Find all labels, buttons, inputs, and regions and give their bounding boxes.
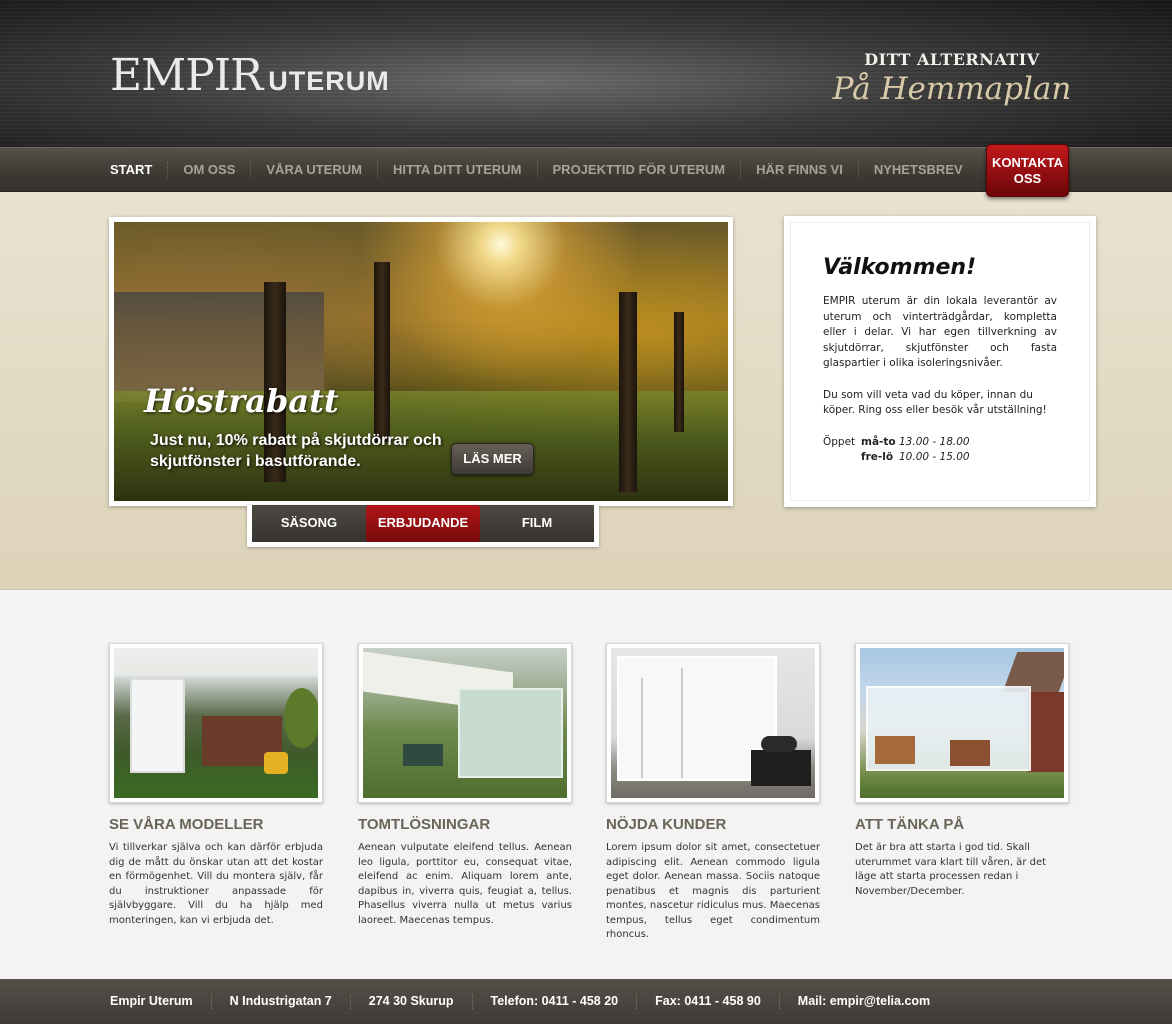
slider-headline: Höstrabatt bbox=[144, 382, 339, 420]
welcome-paragraph: EMPIR uterum är din lokala leverantör av… bbox=[823, 295, 1057, 369]
site-header: EMPIR UTERUM DITT ALTERNATIV På Hemmaplan bbox=[0, 0, 1172, 147]
feature-card: TOMTLÖSNINGAR Aenean vulputate eleifend … bbox=[358, 643, 572, 928]
slider-tabs: SÄSONG ERBJUDANDE FILM bbox=[247, 505, 599, 547]
tree-trunk bbox=[674, 312, 684, 432]
nav-item-hitta-ditt-uterum[interactable]: HITTA DITT UTERUM bbox=[376, 162, 537, 178]
feature-card: SE VÅRA MODELLER Vi tillverkar själva oc… bbox=[109, 643, 323, 928]
feature-card: NÖJDA KUNDER Lorem ipsum dolor sit amet,… bbox=[606, 643, 820, 943]
tree-trunk bbox=[619, 292, 637, 492]
hours-label: Öppet bbox=[823, 435, 856, 448]
tab-sasong[interactable]: SÄSONG bbox=[252, 505, 366, 542]
feature-title[interactable]: SE VÅRA MODELLER bbox=[109, 816, 323, 833]
hours-time: 13.00 - 18.00 bbox=[899, 435, 970, 448]
feature-image[interactable] bbox=[606, 643, 820, 803]
feature-text: Lorem ipsum dolor sit amet, consectetuer… bbox=[606, 842, 820, 940]
feature-title[interactable]: NÖJDA KUNDER bbox=[606, 816, 820, 833]
footer-mail[interactable]: Mail: empir@telia.com bbox=[778, 994, 948, 1009]
hours-day: fre-lö bbox=[861, 451, 894, 463]
logo[interactable]: EMPIR UTERUM bbox=[110, 50, 390, 101]
feature-text: Det är bra att starta i god tid. Skall u… bbox=[855, 842, 1047, 897]
feature-title[interactable]: ATT TÄNKA PÅ bbox=[855, 816, 1069, 833]
feature-text: Aenean vulputate eleifend tellus. Aenean… bbox=[358, 842, 572, 926]
nav-item-projekttid[interactable]: PROJEKTTID FÖR UTERUM bbox=[536, 162, 741, 178]
feature-image[interactable] bbox=[855, 643, 1069, 803]
feature-card: ATT TÄNKA PÅ Det är bra att starta i god… bbox=[855, 643, 1069, 899]
nav-item-har-finns-vi[interactable]: HÄR FINNS VI bbox=[740, 162, 858, 178]
hours-time: 10.00 - 15.00 bbox=[899, 451, 970, 463]
nav-item-vara-uterum[interactable]: VÅRA UTERUM bbox=[250, 162, 377, 178]
slogan: DITT ALTERNATIV På Hemmaplan bbox=[832, 50, 1072, 107]
footer-address: N Industrigatan 7 bbox=[210, 994, 350, 1009]
footer-fax: Fax: 0411 - 458 90 bbox=[636, 994, 779, 1009]
slogan-top: DITT ALTERNATIV bbox=[864, 50, 1040, 69]
welcome-title: Välkommen! bbox=[823, 255, 977, 280]
nav-item-om-oss[interactable]: OM OSS bbox=[167, 162, 250, 178]
nav-item-nyhetsbrev[interactable]: NYHETSBREV bbox=[857, 162, 978, 178]
slider-text: Just nu, 10% rabatt på skjutdörrar och s… bbox=[150, 432, 442, 470]
read-more-button[interactable]: LÄS MER bbox=[451, 443, 534, 475]
tree-trunk bbox=[374, 262, 390, 442]
contact-button[interactable]: KONTAKTA OSS bbox=[986, 144, 1069, 197]
logo-sub-text: UTERUM bbox=[268, 66, 390, 96]
welcome-paragraph: Du som vill veta vad du köper, innan du … bbox=[823, 388, 1047, 417]
logo-main-text: EMPIR bbox=[110, 50, 263, 101]
tab-erbjudande[interactable]: ERBJUDANDE bbox=[366, 505, 480, 542]
feature-text: Vi tillverkar själva och kan därför erbj… bbox=[109, 842, 323, 926]
image-slider: Höstrabatt Just nu, 10% rabatt på skjutd… bbox=[109, 217, 733, 506]
opening-hours: Öppet må-to 13.00 - 18.00 fre-lö 10.00 -… bbox=[823, 435, 1057, 466]
footer-company: Empir Uterum bbox=[110, 994, 193, 1008]
tab-film[interactable]: FILM bbox=[480, 505, 594, 542]
site-footer: Empir Uterum N Industrigatan 7 274 30 Sk… bbox=[0, 979, 1172, 1024]
feature-title[interactable]: TOMTLÖSNINGAR bbox=[358, 816, 572, 833]
footer-phone[interactable]: Telefon: 0411 - 458 20 bbox=[471, 994, 637, 1009]
footer-postal: 274 30 Skurup bbox=[349, 994, 472, 1009]
contact-button-line2: OSS bbox=[1013, 171, 1042, 186]
slogan-bottom: På Hemmaplan bbox=[832, 71, 1072, 107]
hours-day: må-to bbox=[861, 435, 896, 448]
feature-image[interactable] bbox=[109, 643, 323, 803]
contact-button-line1: KONTAKTA bbox=[991, 155, 1063, 170]
slider-image: Höstrabatt Just nu, 10% rabatt på skjutd… bbox=[114, 222, 728, 501]
nav-item-start[interactable]: START bbox=[110, 162, 167, 178]
feature-image[interactable] bbox=[358, 643, 572, 803]
welcome-box: Välkommen! EMPIR uterum är din lokala le… bbox=[784, 216, 1096, 507]
